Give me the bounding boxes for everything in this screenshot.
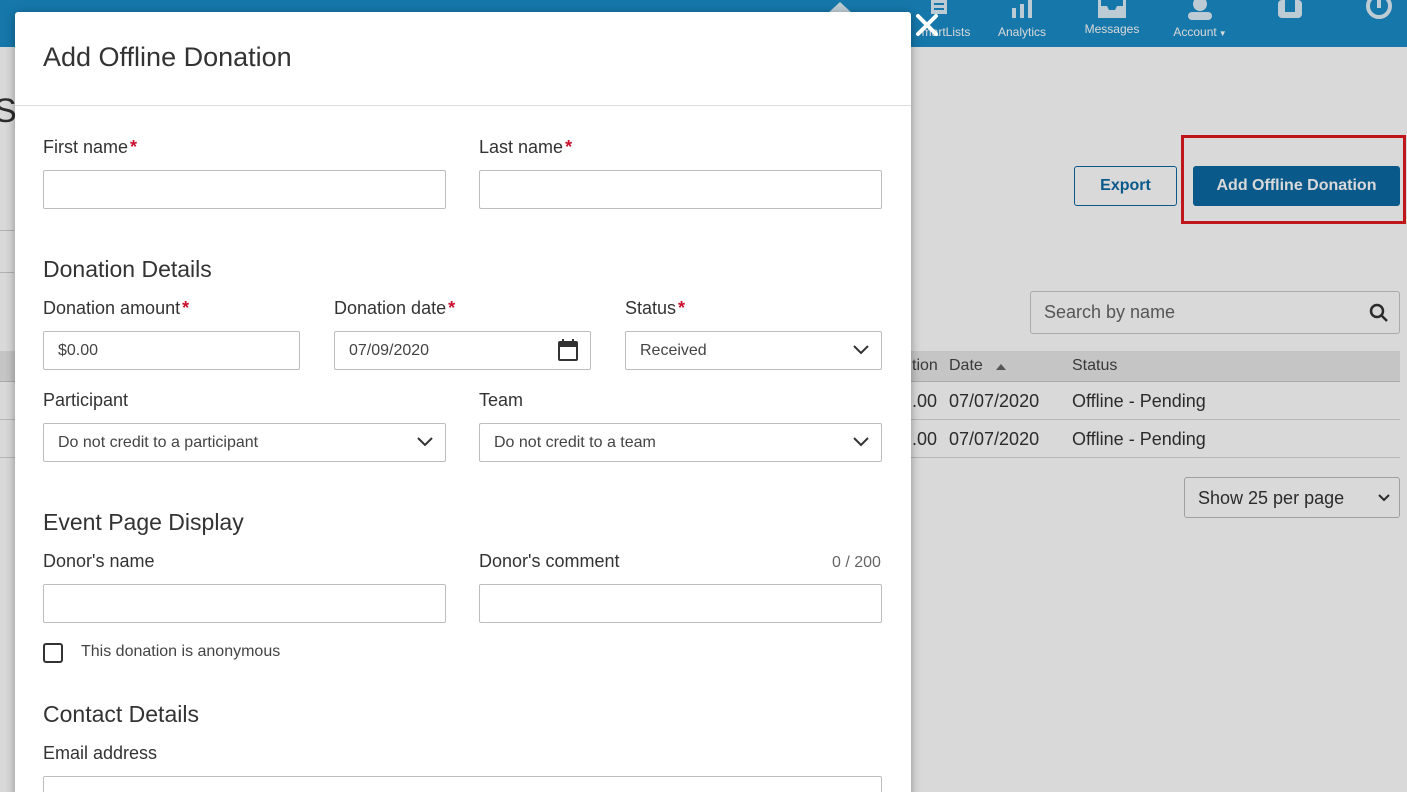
status-select[interactable]: Received bbox=[625, 331, 882, 370]
donation-date-label: Donation date * bbox=[334, 298, 456, 318]
donation-amount-field[interactable]: $0.00 bbox=[43, 331, 300, 370]
donor-comment-input[interactable] bbox=[480, 585, 881, 622]
first-name-label: First name * bbox=[43, 137, 138, 157]
required-mark: * bbox=[182, 298, 190, 318]
participant-select[interactable]: Do not credit to a participant bbox=[43, 423, 446, 462]
modal-header: Add Offline Donation bbox=[15, 12, 911, 106]
first-name-field[interactable] bbox=[43, 170, 446, 209]
donation-amount-label: Donation amount * bbox=[43, 298, 190, 318]
donation-date-field[interactable]: 07/09/2020 bbox=[334, 331, 591, 370]
donation-amount-value: $0.00 bbox=[58, 342, 99, 359]
donor-comment-label: Donor's comment bbox=[479, 551, 620, 571]
required-mark: * bbox=[130, 137, 138, 157]
donor-comment-field[interactable] bbox=[479, 584, 882, 623]
status-label: Status * bbox=[625, 298, 686, 318]
contact-details-title: Contact Details bbox=[43, 701, 199, 727]
last-name-field[interactable] bbox=[479, 170, 882, 209]
participant-value: Do not credit to a participant bbox=[58, 434, 259, 451]
last-name-label: Last name * bbox=[479, 137, 573, 157]
team-value: Do not credit to a team bbox=[494, 434, 656, 451]
comment-counter: 0 / 200 bbox=[832, 554, 881, 571]
participant-label: Participant bbox=[43, 390, 129, 410]
last-name-input[interactable] bbox=[480, 171, 881, 208]
first-name-input[interactable] bbox=[44, 171, 445, 208]
add-offline-donation-modal: Add Offline Donation First name * Last na… bbox=[15, 12, 911, 792]
chevron-down-icon bbox=[417, 437, 433, 447]
team-select[interactable]: Do not credit to a team bbox=[479, 423, 882, 462]
donation-date-value: 07/09/2020 bbox=[349, 342, 430, 359]
required-mark: * bbox=[565, 137, 573, 157]
anonymous-label: This donation is anonymous bbox=[81, 643, 281, 660]
donor-name-input[interactable] bbox=[44, 585, 445, 622]
close-icon[interactable] bbox=[912, 10, 942, 40]
donor-name-label: Donor's name bbox=[43, 551, 155, 571]
required-mark: * bbox=[448, 298, 456, 318]
anonymous-checkbox[interactable] bbox=[43, 643, 63, 663]
required-mark: * bbox=[678, 298, 686, 318]
calendar-icon[interactable] bbox=[558, 339, 578, 361]
status-value: Received bbox=[640, 342, 707, 359]
event-page-display-title: Event Page Display bbox=[43, 509, 244, 535]
modal-title: Add Offline Donation bbox=[43, 42, 292, 72]
email-label: Email address bbox=[43, 743, 158, 763]
team-label: Team bbox=[479, 390, 524, 410]
email-input[interactable] bbox=[44, 777, 881, 792]
chevron-down-icon bbox=[853, 437, 869, 447]
donor-name-field[interactable] bbox=[43, 584, 446, 623]
chevron-down-icon bbox=[853, 345, 869, 355]
donation-details-title: Donation Details bbox=[43, 256, 212, 282]
email-field[interactable] bbox=[43, 776, 882, 792]
